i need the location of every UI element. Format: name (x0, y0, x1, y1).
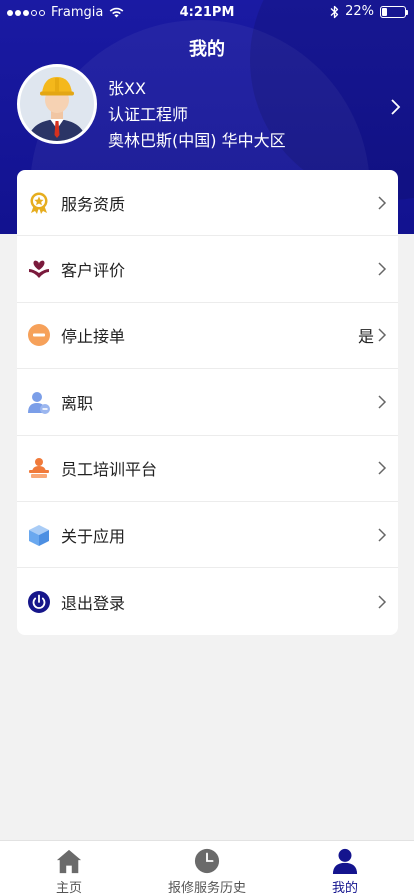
battery-icon (380, 5, 408, 18)
menu-item-logout[interactable]: 退出登录 (17, 568, 398, 634)
tab-mine[interactable]: 我的 (276, 841, 414, 896)
stop-order-icon (27, 323, 51, 347)
menu-card: 服务资质 客户评价 停止接单 是 离职 员工培训平台 关于应用 退出登录 (17, 170, 398, 635)
menu-item-training-platform[interactable]: 员工培训平台 (17, 436, 398, 502)
bluetooth-icon (330, 5, 339, 18)
chevron-right-icon (391, 99, 401, 115)
chevron-right-icon (378, 395, 387, 409)
status-right: 22% (330, 4, 408, 19)
engineer-avatar-icon (28, 77, 86, 141)
menu-item-customer-review[interactable]: 客户评价 (17, 236, 398, 303)
clock-icon (194, 848, 220, 874)
heart-hand-icon (27, 257, 51, 281)
profile-name: 张XX (108, 79, 146, 98)
menu-item-label: 关于应用 (61, 526, 126, 546)
user-leave-icon (27, 390, 51, 414)
menu-item-about-app[interactable]: 关于应用 (17, 502, 398, 569)
person-icon (332, 848, 358, 874)
status-bar: Framgia 4:21PM 22% (0, 0, 414, 26)
chevron-right-icon (378, 528, 387, 542)
tab-repair-history[interactable]: 报修服务历史 (138, 841, 276, 896)
tab-label: 报修服务历史 (167, 881, 246, 896)
training-icon (27, 456, 51, 480)
award-badge-icon (27, 191, 51, 215)
menu-item-label: 员工培训平台 (61, 460, 158, 480)
page-title: 我的 (189, 39, 225, 60)
menu-item-label: 客户评价 (61, 261, 126, 281)
power-icon (27, 590, 51, 614)
tab-label: 我的 (331, 881, 358, 896)
profile-header[interactable]: 张XX 认证工程师 奥林巴斯(中国) 华中大区 (17, 64, 407, 156)
tab-bar: 主页 报修服务历史 我的 (0, 840, 414, 896)
menu-item-resign[interactable]: 离职 (17, 369, 398, 436)
stop-orders-value: 是 (357, 327, 374, 347)
box-cube-icon (27, 523, 51, 547)
chevron-right-icon (378, 595, 387, 609)
home-icon (56, 849, 82, 874)
avatar (17, 64, 97, 144)
battery-percent: 22% (345, 4, 374, 19)
tab-home[interactable]: 主页 (0, 841, 138, 896)
chevron-right-icon (378, 461, 387, 475)
menu-item-label: 停止接单 (61, 327, 126, 347)
profile-company: 奥林巴斯(中国) 华中大区 (108, 131, 286, 150)
menu-item-label: 离职 (61, 393, 94, 413)
menu-item-service-qualification[interactable]: 服务资质 (17, 170, 398, 237)
menu-item-label: 服务资质 (61, 194, 126, 214)
chevron-right-icon (378, 328, 387, 342)
chevron-right-icon (378, 196, 387, 210)
tab-label: 主页 (55, 881, 82, 896)
menu-item-label: 退出登录 (61, 593, 126, 613)
menu-item-stop-orders[interactable]: 停止接单 是 (17, 303, 398, 370)
profile-role: 认证工程师 (108, 105, 189, 124)
profile-info: 张XX 认证工程师 奥林巴斯(中国) 华中大区 (108, 76, 286, 154)
chevron-right-icon (378, 262, 387, 276)
